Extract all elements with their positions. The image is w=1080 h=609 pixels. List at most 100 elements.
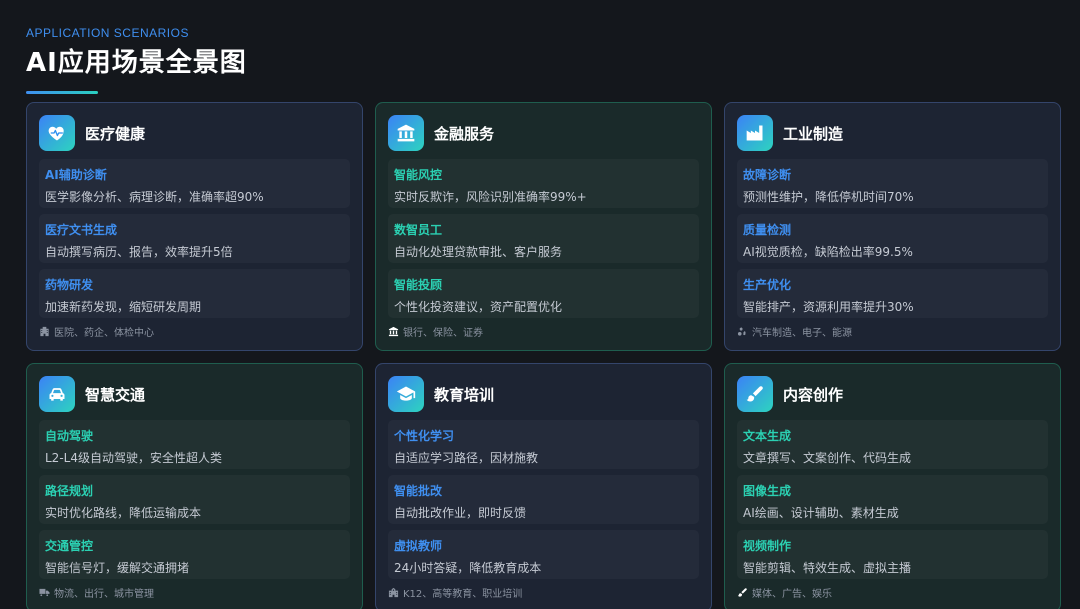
scenario-item-desc: 医学影像分析、病理诊断，准确率超90% [45, 190, 264, 204]
page-title: AI应用场景全景图 [26, 48, 247, 78]
scenario-item-desc: 实时反欺诈，风险识别准确率99%+ [394, 190, 587, 204]
scenario-item-desc: 实时优化路线，降低运输成本 [45, 506, 202, 520]
card-footer: 汽车制造、电子、能源 [737, 324, 1048, 339]
scenario-card: 教育培训 个性化学习 自适应学习路径，因材施教 智能批改 自动批改作业，即时反馈… [375, 363, 712, 609]
gears-icon [737, 326, 748, 337]
card-header: 智慧交通 [39, 376, 350, 412]
card-footer: 银行、保险、证券 [388, 324, 699, 339]
scenario-item-title: 自动驾驶 [45, 429, 94, 443]
card-footer-text: 医院、药企、体检中心 [54, 328, 154, 339]
scenario-item-title: 路径规划 [45, 484, 94, 498]
scenario-item: 医疗文书生成 自动撰写病历、报告，效率提升5倍 [39, 214, 350, 263]
scenario-item: 视频制作 智能剪辑、特效生成、虚拟主播 [737, 530, 1048, 579]
card-footer-text: 汽车制造、电子、能源 [752, 328, 852, 339]
paintbrush-icon [737, 376, 773, 412]
scenario-item: 智能投顾 个性化投资建议，资产配置优化 [388, 269, 699, 318]
scenario-item: 质量检测 AI视觉质检，缺陷检出率99.5% [737, 214, 1048, 263]
scenario-card: 金融服务 智能风控 实时反欺诈，风险识别准确率99%+ 数智员工 自动化处理贷款… [375, 102, 712, 351]
card-title: 内容创作 [783, 385, 844, 404]
scenario-item: 虚拟教师 24小时答疑，降低教育成本 [388, 530, 699, 579]
scenario-item-desc: 预测性维护，降低停机时间70% [743, 190, 914, 204]
scenario-item-desc: 智能排产，资源利用率提升30% [743, 300, 914, 314]
scenario-item-title: 图像生成 [743, 484, 792, 498]
card-footer-text: 物流、出行、城市管理 [54, 589, 154, 600]
card-footer: 物流、出行、城市管理 [39, 585, 350, 600]
card-title: 教育培训 [434, 385, 495, 404]
scenario-item-desc: AI视觉质检，缺陷检出率99.5% [743, 245, 913, 259]
scenario-item-title: 虚拟教师 [394, 539, 443, 553]
scenario-item-title: 智能投顾 [394, 278, 443, 292]
page-eyebrow: APPLICATION SCENARIOS [26, 26, 189, 40]
scenario-item-desc: 自适应学习路径，因材施教 [394, 451, 539, 465]
card-footer: K12、高等教育、职业培训 [388, 585, 699, 600]
scenario-item-desc: 自动化处理贷款审批、客户服务 [394, 245, 563, 259]
scenario-item-title: AI辅助诊断 [45, 168, 107, 182]
scenario-item-title: 智能风控 [394, 168, 443, 182]
scenario-item-desc: 自动撰写病历、报告，效率提升5倍 [45, 245, 233, 259]
card-footer-text: 银行、保险、证券 [403, 328, 483, 339]
scenario-item: AI辅助诊断 医学影像分析、病理诊断，准确率超90% [39, 159, 350, 208]
bank-icon [388, 326, 399, 337]
card-header: 医疗健康 [39, 115, 350, 151]
card-items: AI辅助诊断 医学影像分析、病理诊断，准确率超90% 医疗文书生成 自动撰写病历… [39, 159, 350, 318]
card-items: 故障诊断 预测性维护，降低停机时间70% 质量检测 AI视觉质检，缺陷检出率99… [737, 159, 1048, 318]
scenario-item-desc: 24小时答疑，降低教育成本 [394, 561, 542, 575]
scenario-item: 交通管控 智能信号灯，缓解交通拥堵 [39, 530, 350, 579]
card-footer: 媒体、广告、娱乐 [737, 585, 1048, 600]
scenario-item: 药物研发 加速新药发现，缩短研发周期 [39, 269, 350, 318]
scenario-item-desc: 文章撰写、文案创作、代码生成 [743, 451, 912, 465]
card-items: 智能风控 实时反欺诈，风险识别准确率99%+ 数智员工 自动化处理贷款审批、客户… [388, 159, 699, 318]
scenario-item-title: 数智员工 [394, 223, 443, 237]
bank-icon [388, 115, 424, 151]
scenario-item-desc: 自动批改作业，即时反馈 [394, 506, 527, 520]
scenario-item-desc: 加速新药发现，缩短研发周期 [45, 300, 202, 314]
scenario-item-title: 药物研发 [45, 278, 94, 292]
page-header: APPLICATION SCENARIOS AI应用场景全景图 [26, 26, 247, 94]
scenario-item-title: 故障诊断 [743, 168, 792, 182]
card-footer-text: K12、高等教育、职业培训 [403, 589, 523, 600]
factory-icon [737, 115, 773, 151]
card-header: 教育培训 [388, 376, 699, 412]
card-items: 个性化学习 自适应学习路径，因材施教 智能批改 自动批改作业，即时反馈 虚拟教师… [388, 420, 699, 579]
title-underline [26, 91, 98, 94]
scenario-item: 图像生成 AI绘画、设计辅助、素材生成 [737, 475, 1048, 524]
graduation-cap-icon [388, 376, 424, 412]
card-title: 智慧交通 [85, 385, 146, 404]
scenario-card: 智慧交通 自动驾驶 L2-L4级自动驾驶，安全性超人类 路径规划 实时优化路线，… [26, 363, 363, 609]
scenario-card: 内容创作 文本生成 文章撰写、文案创作、代码生成 图像生成 AI绘画、设计辅助、… [724, 363, 1061, 609]
scenario-item: 生产优化 智能排产，资源利用率提升30% [737, 269, 1048, 318]
scenario-item: 数智员工 自动化处理贷款审批、客户服务 [388, 214, 699, 263]
scenario-item: 自动驾驶 L2-L4级自动驾驶，安全性超人类 [39, 420, 350, 469]
scenario-card: 医疗健康 AI辅助诊断 医学影像分析、病理诊断，准确率超90% 医疗文书生成 自… [26, 102, 363, 351]
scenario-item-title: 医疗文书生成 [45, 223, 118, 237]
scenario-grid: 医疗健康 AI辅助诊断 医学影像分析、病理诊断，准确率超90% 医疗文书生成 自… [26, 102, 1061, 609]
scenario-item-title: 文本生成 [743, 429, 792, 443]
scenario-item: 路径规划 实时优化路线，降低运输成本 [39, 475, 350, 524]
scenario-item-desc: AI绘画、设计辅助、素材生成 [743, 506, 899, 520]
card-footer: 医院、药企、体检中心 [39, 324, 350, 339]
card-footer-text: 媒体、广告、娱乐 [752, 589, 832, 600]
card-items: 自动驾驶 L2-L4级自动驾驶，安全性超人类 路径规划 实时优化路线，降低运输成… [39, 420, 350, 579]
scenario-item-desc: 智能剪辑、特效生成、虚拟主播 [743, 561, 912, 575]
card-header: 工业制造 [737, 115, 1048, 151]
heart-pulse-icon [39, 115, 75, 151]
card-title: 金融服务 [434, 124, 495, 143]
scenario-item-title: 交通管控 [45, 539, 94, 553]
truck-icon [39, 587, 50, 598]
scenario-item: 文本生成 文章撰写、文案创作、代码生成 [737, 420, 1048, 469]
scenario-item-title: 质量检测 [743, 223, 792, 237]
scenario-item-title: 个性化学习 [394, 429, 455, 443]
paintbrush-icon [737, 587, 748, 598]
card-header: 内容创作 [737, 376, 1048, 412]
card-title: 医疗健康 [85, 124, 146, 143]
scenario-item: 个性化学习 自适应学习路径，因材施教 [388, 420, 699, 469]
scenario-item-desc: 智能信号灯，缓解交通拥堵 [45, 561, 190, 575]
scenario-item: 故障诊断 预测性维护，降低停机时间70% [737, 159, 1048, 208]
scenario-item-title: 视频制作 [743, 539, 792, 553]
hospital-icon [39, 326, 50, 337]
scenario-item-desc: L2-L4级自动驾驶，安全性超人类 [45, 451, 222, 465]
scenario-item: 智能风控 实时反欺诈，风险识别准确率99%+ [388, 159, 699, 208]
scenario-item: 智能批改 自动批改作业，即时反馈 [388, 475, 699, 524]
car-icon [39, 376, 75, 412]
school-icon [388, 587, 399, 598]
